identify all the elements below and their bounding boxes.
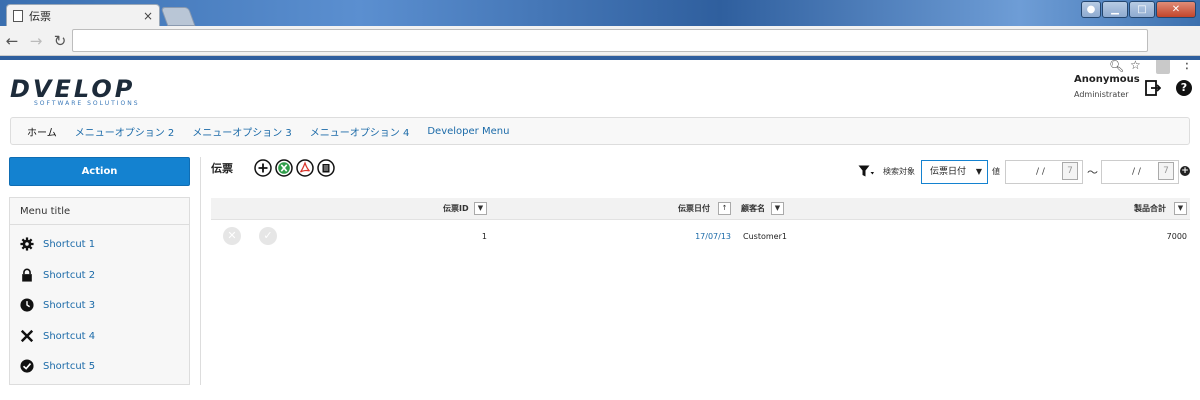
back-icon[interactable]: ← — [0, 32, 24, 50]
cell-date[interactable]: 17/07/13 — [667, 224, 731, 250]
shortcut-menu: Menu title Shortcut 1 Shortcut 2 Shortcu… — [9, 197, 190, 385]
pdf-icon[interactable] — [296, 159, 314, 177]
dropdown-caret-icon: ▼ — [975, 167, 982, 176]
menu-item-option-4[interactable]: メニューオプション 4 — [310, 124, 410, 139]
add-circle-icon[interactable] — [254, 159, 272, 177]
x-icon — [20, 329, 34, 343]
user-name: Anonymous — [1074, 74, 1140, 85]
shortcut-label: Shortcut 5 — [43, 360, 96, 372]
column-header-customer[interactable]: 顧客名 — [741, 198, 765, 220]
shortcut-label: Shortcut 2 — [43, 269, 96, 281]
column-menu-icon[interactable]: ▼ — [474, 202, 487, 215]
page-title: 伝票 — [211, 162, 233, 175]
table-row[interactable]: ✕ ✓ 1 17/07/13 Customer1 7000 — [211, 224, 1190, 250]
column-header-total[interactable]: 製品合計 — [1134, 198, 1166, 220]
shortcut-label: Shortcut 3 — [43, 299, 96, 311]
delete-row-icon[interactable]: ✕ — [223, 227, 241, 245]
menu-item-option-2[interactable]: メニューオプション 2 — [75, 124, 175, 139]
shortcut-1[interactable]: Shortcut 1 — [20, 234, 95, 254]
window-close-icon[interactable]: ✕ — [1156, 1, 1196, 18]
range-separator: ～ — [1087, 166, 1098, 179]
check-circle-icon — [20, 359, 34, 373]
cell-total: 7000 — [1166, 232, 1187, 241]
logo-subtitle: SOFTWARE SOLUTIONS — [34, 100, 140, 107]
filter-icon[interactable] — [858, 165, 874, 177]
column-menu-icon[interactable]: ▼ — [771, 202, 784, 215]
menu-title: Menu title — [10, 198, 189, 225]
gear-icon — [20, 237, 34, 251]
sort-asc-icon[interactable]: ↑ — [718, 202, 731, 215]
new-tab-button[interactable] — [160, 7, 196, 26]
address-bar[interactable] — [72, 29, 1148, 52]
shortcut-2[interactable]: Shortcut 2 — [20, 265, 95, 285]
sidebar-divider — [200, 157, 201, 385]
forward-icon[interactable]: → — [24, 32, 48, 50]
shortcut-label: Shortcut 1 — [43, 238, 96, 250]
user-role: Administrater — [1074, 90, 1129, 99]
maximize-icon[interactable]: □ — [1129, 1, 1155, 18]
column-header-id[interactable]: 伝票ID — [443, 198, 469, 220]
action-button[interactable]: Action — [9, 157, 190, 186]
menu-item-developer[interactable]: Developer Menu — [427, 126, 509, 137]
main-menu: ホーム メニューオプション 2 メニューオプション 3 メニューオプション 4 … — [10, 117, 1190, 145]
menu-item-home[interactable]: ホーム — [27, 124, 57, 139]
extension-icon[interactable] — [1156, 58, 1170, 74]
column-header-date[interactable]: 伝票日付 — [678, 198, 710, 220]
menu-item-option-3[interactable]: メニューオプション 3 — [192, 124, 292, 139]
tab-close-icon[interactable]: × — [143, 9, 153, 23]
cell-id: 1 — [481, 232, 487, 241]
shortcut-4[interactable]: Shortcut 4 — [20, 326, 95, 346]
page-toolbar — [254, 159, 335, 177]
document-icon[interactable] — [317, 159, 335, 177]
shortcut-label: Shortcut 4 — [43, 330, 96, 342]
shortcut-5[interactable]: Shortcut 5 — [20, 356, 95, 376]
document-icon — [13, 9, 23, 22]
bookmark-star-icon[interactable]: ☆ — [1130, 58, 1141, 72]
grid-header: 伝票ID ▼ 伝票日付 ↑ 顧客名 ▼ 製品合計 ▼ — [211, 198, 1190, 220]
zoom-icon[interactable]: 🔍︎ — [1109, 59, 1124, 73]
browser-divider — [0, 56, 1200, 60]
user-info: Anonymous Administrater — [1074, 74, 1140, 99]
search-target-select[interactable]: 伝票日付 ▼ — [921, 160, 988, 184]
browser-tab[interactable]: 伝票 × — [6, 4, 160, 26]
brand-logo[interactable]: DVELOP SOFTWARE SOLUTIONS — [10, 75, 140, 107]
tab-title: 伝票 — [29, 9, 51, 23]
calendar-icon[interactable]: 7 — [1158, 162, 1174, 180]
lock-icon — [22, 268, 32, 282]
browser-toolbar: ← → ↻ 🔍︎ ☆ ⋮ — [0, 26, 1200, 74]
value-label: 値 — [992, 167, 1000, 176]
column-menu-icon[interactable]: ▼ — [1174, 202, 1187, 215]
shortcut-3[interactable]: Shortcut 3 — [20, 295, 95, 315]
help-icon[interactable]: ? — [1176, 80, 1192, 96]
logo-text: DVELOP — [10, 75, 136, 103]
calendar-icon[interactable]: 7 — [1062, 162, 1078, 180]
confirm-row-icon[interactable]: ✓ — [259, 227, 277, 245]
clock-icon — [20, 298, 34, 312]
window-controls: ● ▁ □ ✕ — [1081, 1, 1196, 18]
add-filter-icon[interactable]: + — [1180, 166, 1190, 176]
logout-icon[interactable] — [1145, 80, 1161, 96]
profile-icon[interactable]: ● — [1081, 1, 1101, 18]
excel-icon[interactable] — [275, 159, 293, 177]
search-target-value: 伝票日付 — [930, 167, 967, 177]
cell-customer: Customer1 — [743, 232, 787, 241]
minimize-icon[interactable]: ▁ — [1102, 1, 1128, 18]
reload-icon[interactable]: ↻ — [48, 32, 72, 50]
browser-titlebar: 伝票 × ● ▁ □ ✕ — [0, 0, 1200, 26]
search-target-label: 検索対象 — [883, 167, 915, 176]
